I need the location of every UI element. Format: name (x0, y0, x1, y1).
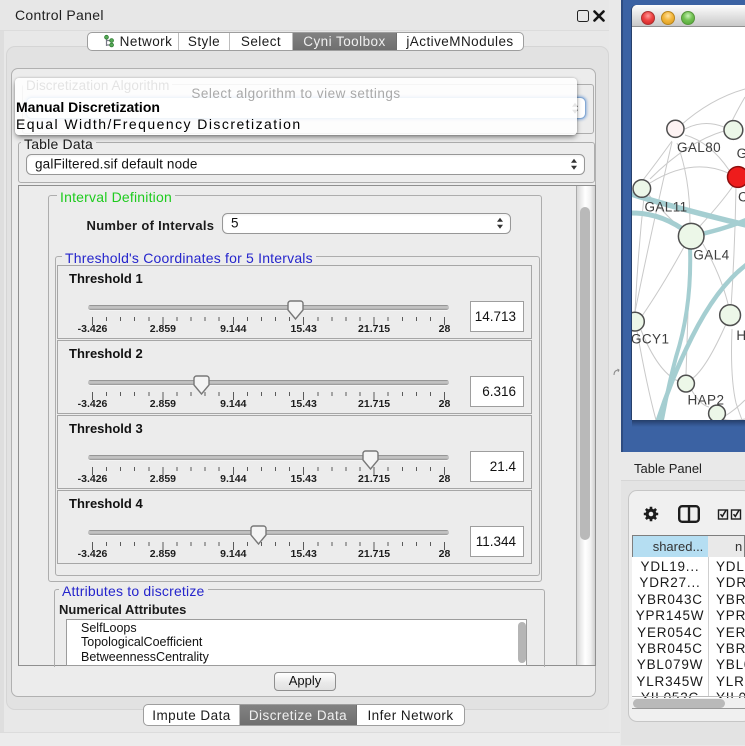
svg-text:GAL4: GAL4 (693, 248, 729, 263)
svg-text:GCY1: GCY1 (632, 332, 669, 347)
svg-text:GAL80: GAL80 (677, 140, 721, 155)
svg-text:H: H (736, 328, 745, 343)
svg-text:GA: GA (737, 146, 745, 161)
svg-text:GAL11: GAL11 (645, 200, 688, 215)
svg-text:HAP2: HAP2 (688, 393, 725, 408)
svg-text:C: C (738, 190, 745, 205)
